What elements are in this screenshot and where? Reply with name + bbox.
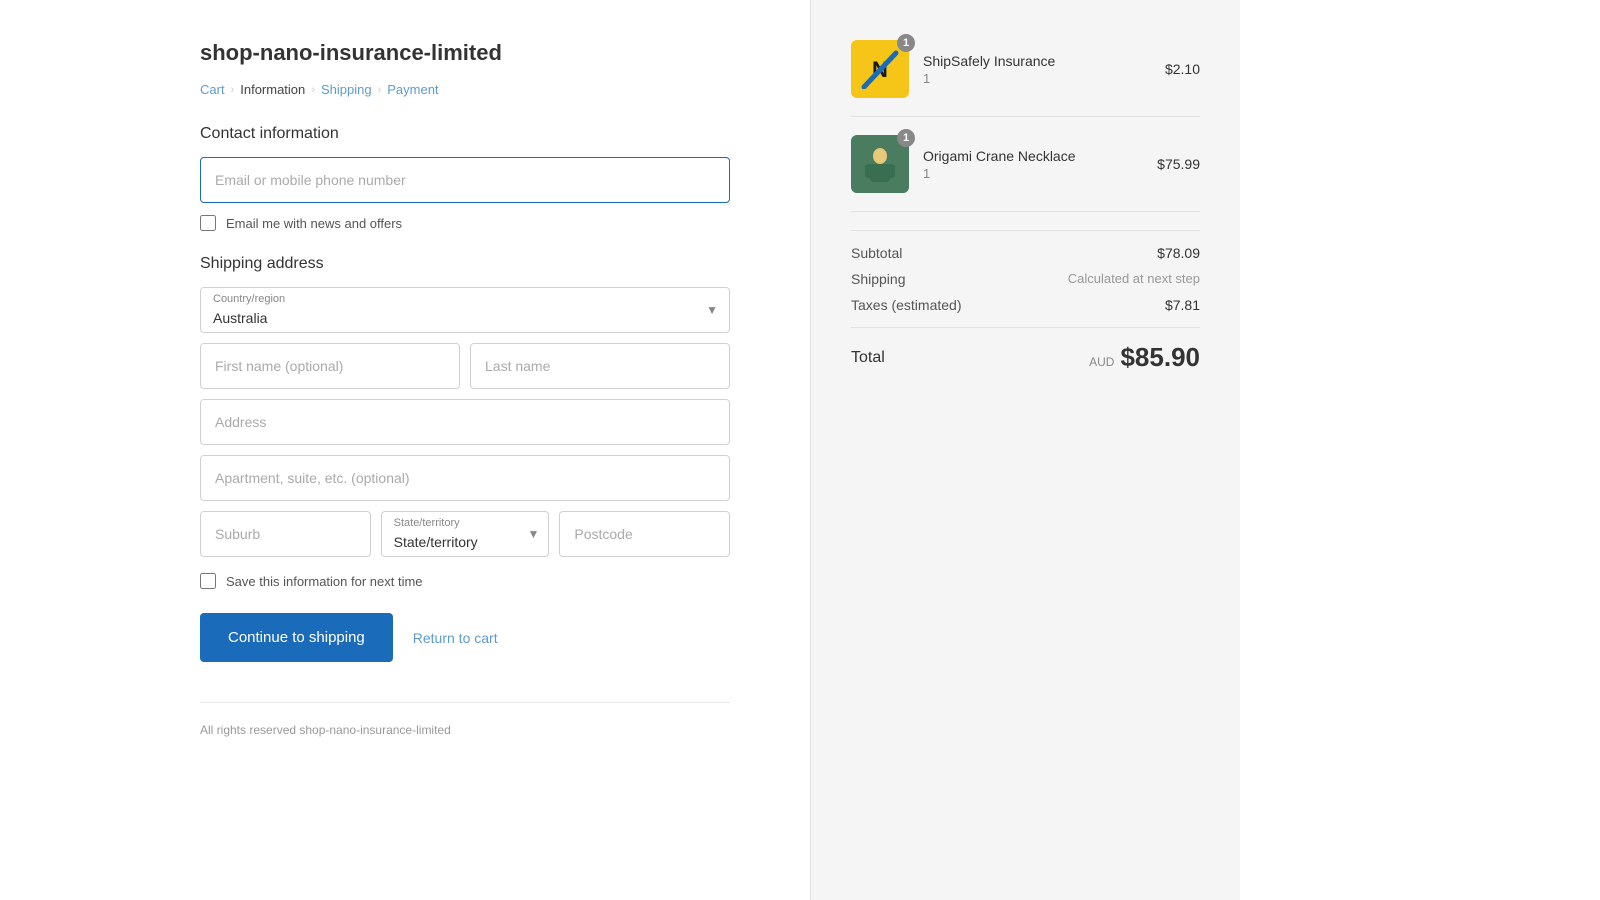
country-select[interactable]: Australia (200, 287, 730, 333)
order-item-1: 1 N ShipSafely Insurance 1 $2.10 (851, 40, 1200, 117)
apartment-row (200, 455, 730, 501)
summary-divider-bottom (851, 327, 1200, 328)
contact-section-title: Contact information (200, 125, 730, 143)
item-2-name: Origami Crane Necklace (923, 148, 1143, 164)
subtotal-label: Subtotal (851, 245, 902, 261)
item-2-badge: 1 (897, 129, 915, 147)
breadcrumb-payment[interactable]: Payment (387, 82, 438, 97)
email-field-wrapper (200, 157, 730, 203)
right-panel: 1 N ShipSafely Insurance 1 $2.10 1 (810, 0, 1240, 900)
continue-to-shipping-button[interactable]: Continue to shipping (200, 613, 393, 662)
address-input[interactable] (200, 399, 730, 445)
name-row (200, 343, 730, 389)
item-2-qty: 1 (923, 166, 1143, 181)
action-row: Continue to shipping Return to cart (200, 613, 730, 662)
suburb-input[interactable] (200, 511, 371, 557)
necklace-svg (860, 144, 900, 184)
state-wrapper: State/territory State/territory ▼ (381, 511, 550, 557)
shipping-label: Shipping (851, 271, 906, 287)
save-info-label[interactable]: Save this information for next time (226, 574, 423, 589)
total-value-wrapper: AUD $85.90 (1089, 342, 1200, 373)
shipping-value: Calculated at next step (1068, 271, 1200, 287)
first-name-input[interactable] (200, 343, 460, 389)
item-1-qty: 1 (923, 71, 1151, 86)
email-input[interactable] (200, 157, 730, 203)
subtotal-value: $78.09 (1157, 245, 1200, 261)
taxes-value: $7.81 (1165, 297, 1200, 313)
item-2-price: $75.99 (1157, 156, 1200, 172)
postcode-input[interactable] (559, 511, 730, 557)
state-select[interactable]: State/territory (381, 511, 550, 557)
total-label: Total (851, 349, 885, 367)
country-wrapper: Country/region Australia ▼ (200, 287, 730, 333)
breadcrumb: Cart › Information › Shipping › Payment (200, 82, 730, 97)
taxes-label: Taxes (estimated) (851, 297, 961, 313)
summary-divider-top (851, 230, 1200, 231)
item-1-details: ShipSafely Insurance 1 (923, 53, 1151, 86)
newsletter-label[interactable]: Email me with news and offers (226, 216, 402, 231)
shipping-section-title: Shipping address (200, 255, 730, 273)
taxes-row: Taxes (estimated) $7.81 (851, 297, 1200, 313)
subtotal-row: Subtotal $78.09 (851, 245, 1200, 261)
item-1-price: $2.10 (1165, 61, 1200, 77)
item-1-img-wrapper: 1 N (851, 40, 909, 98)
address-row (200, 399, 730, 445)
save-info-checkbox[interactable] (200, 573, 216, 589)
breadcrumb-cart[interactable]: Cart (200, 82, 225, 97)
breadcrumb-sep-1: › (231, 84, 235, 96)
total-row: Total AUD $85.90 (851, 342, 1200, 373)
item-1-badge: 1 (897, 34, 915, 52)
save-info-row: Save this information for next time (200, 573, 730, 589)
item-2-details: Origami Crane Necklace 1 (923, 148, 1143, 181)
store-title: shop-nano-insurance-limited (200, 40, 730, 66)
breadcrumb-sep-3: › (378, 84, 382, 96)
newsletter-row: Email me with news and offers (200, 215, 730, 231)
breadcrumb-information: Information (240, 82, 305, 97)
breadcrumb-shipping[interactable]: Shipping (321, 82, 372, 97)
shipping-row: Shipping Calculated at next step (851, 271, 1200, 287)
breadcrumb-sep-2: › (311, 84, 315, 96)
order-item-2: 1 Origami Crane Necklace 1 $75.99 (851, 135, 1200, 212)
last-name-input[interactable] (470, 343, 730, 389)
item-1-name: ShipSafely Insurance (923, 53, 1151, 69)
total-amount: $85.90 (1120, 342, 1200, 373)
item-2-img-wrapper: 1 (851, 135, 909, 193)
newsletter-checkbox[interactable] (200, 215, 216, 231)
apartment-input[interactable] (200, 455, 730, 501)
footer-text: All rights reserved shop-nano-insurance-… (200, 702, 730, 737)
shipsafely-svg: N (860, 49, 900, 89)
suburb-state-postcode-row: State/territory State/territory ▼ (200, 511, 730, 557)
return-to-cart-link[interactable]: Return to cart (413, 630, 498, 646)
total-currency: AUD (1089, 355, 1114, 369)
left-panel: shop-nano-insurance-limited Cart › Infor… (0, 0, 810, 900)
